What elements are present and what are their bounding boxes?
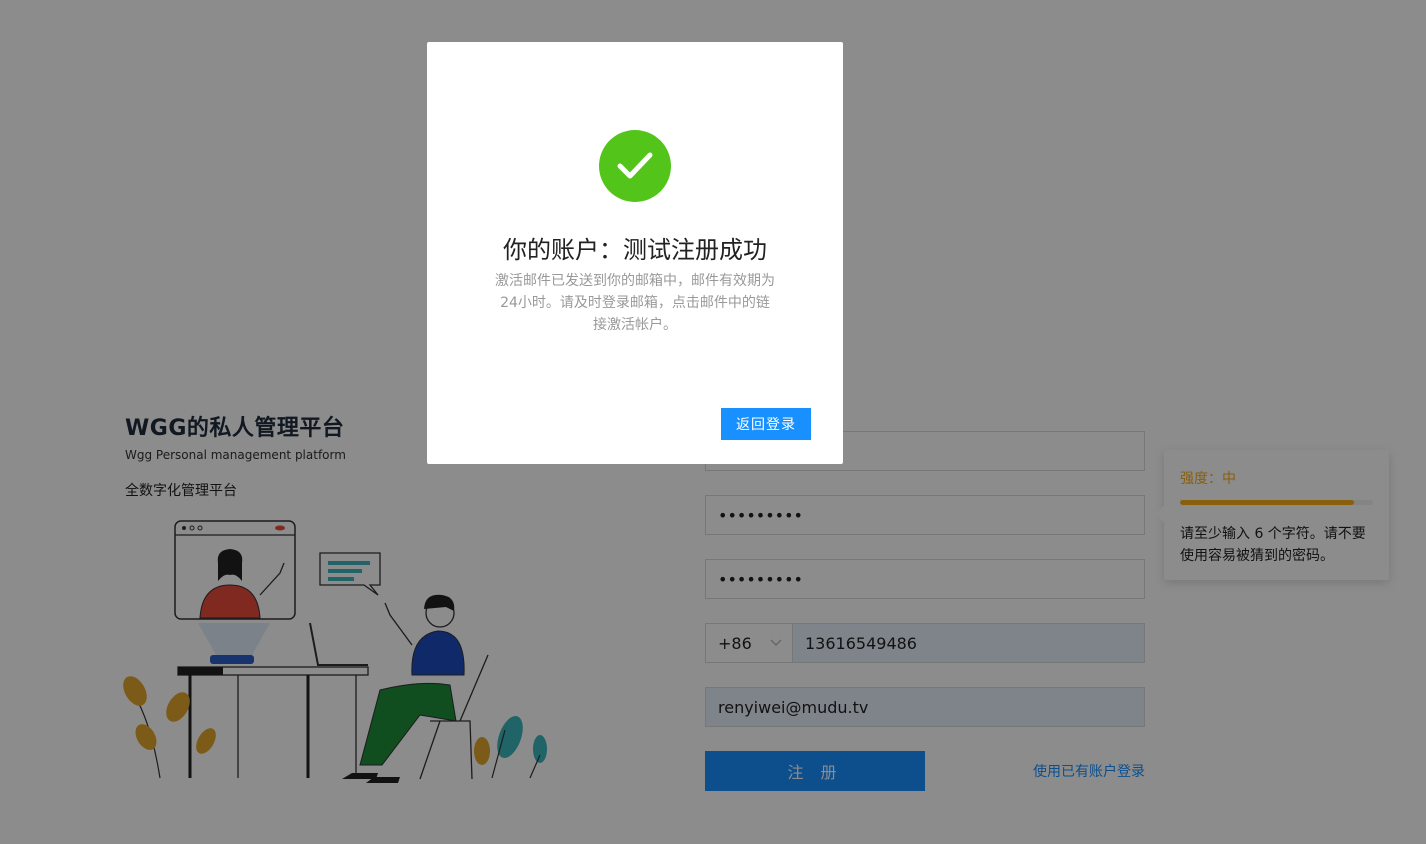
modal-title: 你的账户：测试注册成功 (503, 236, 767, 264)
success-modal: 你的账户：测试注册成功 激活邮件已发送到你的邮箱中，邮件有效期为24小时。请及时… (427, 42, 843, 464)
back-to-login-button[interactable]: 返回登录 (721, 408, 811, 440)
check-circle-icon (599, 130, 671, 202)
modal-description: 激活邮件已发送到你的邮箱中，邮件有效期为24小时。请及时登录邮箱，点击邮件中的链… (495, 273, 775, 333)
